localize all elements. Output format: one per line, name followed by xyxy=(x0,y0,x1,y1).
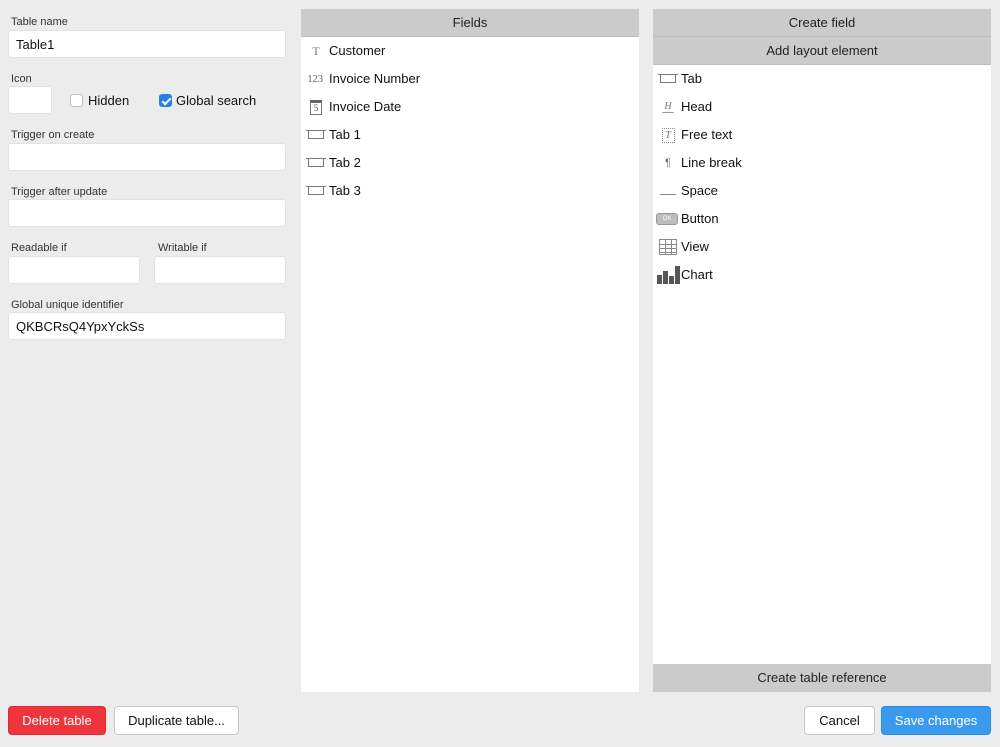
trigger-on-create-label: Trigger on create xyxy=(11,129,95,141)
layout-item-label: Line break xyxy=(681,155,742,170)
field-item-label: Invoice Date xyxy=(329,99,402,114)
tab-icon xyxy=(306,121,326,149)
calendar-icon: 5 xyxy=(306,93,326,121)
heading-icon: H xyxy=(662,100,674,113)
create-panel: Create field Add layout element Tab H He… xyxy=(653,9,991,692)
field-item-label: Tab 1 xyxy=(329,127,361,142)
tab-icon xyxy=(658,65,678,93)
table-view-icon xyxy=(658,233,678,261)
layout-item-view[interactable]: View xyxy=(653,233,991,261)
add-layout-element-header: Add layout element xyxy=(653,37,991,65)
text-icon: T xyxy=(312,44,320,58)
field-item-label: Invoice Number xyxy=(329,71,421,86)
field-item-label: Customer xyxy=(329,43,386,58)
global-search-label: Global search xyxy=(176,93,257,108)
field-item[interactable]: Tab 1 xyxy=(301,121,639,149)
global-search-checkbox[interactable] xyxy=(159,94,172,107)
table-name-input[interactable]: Table1 xyxy=(8,30,286,58)
readable-if-input[interactable] xyxy=(8,256,140,284)
layout-item-label: Tab xyxy=(681,71,702,86)
duplicate-table-button[interactable]: Duplicate table... xyxy=(114,706,239,735)
table-name-label: Table name xyxy=(11,16,68,28)
number-icon: 123 xyxy=(307,73,323,85)
button-icon: OK xyxy=(655,205,679,233)
hidden-label: Hidden xyxy=(88,93,130,108)
layout-item-space[interactable]: Space xyxy=(653,177,991,205)
icon-picker[interactable] xyxy=(8,86,52,114)
layout-item-tab[interactable]: Tab xyxy=(653,65,991,93)
trigger-on-create-input[interactable] xyxy=(8,143,286,171)
layout-item-label: Chart xyxy=(681,267,713,282)
layout-item-label: Free text xyxy=(681,127,733,142)
field-item[interactable]: T Customer xyxy=(301,37,639,65)
guid-input[interactable]: QKBCRsQ4YpxYckSs xyxy=(8,312,286,340)
pilcrow-icon: ¶ xyxy=(665,157,671,169)
field-item[interactable]: 5 Invoice Date xyxy=(301,93,639,121)
cancel-button[interactable]: Cancel xyxy=(804,706,875,735)
delete-table-button[interactable]: Delete table xyxy=(8,706,106,735)
tab-icon xyxy=(306,149,326,177)
guid-label: Global unique identifier xyxy=(11,299,124,311)
layout-item-chart[interactable]: Chart xyxy=(653,261,991,289)
trigger-after-update-input[interactable] xyxy=(8,199,286,227)
hidden-checkbox[interactable] xyxy=(70,94,83,107)
trigger-after-update-label: Trigger after update xyxy=(11,186,108,198)
fields-header: Fields xyxy=(301,9,639,37)
create-field-button[interactable]: Create field xyxy=(653,9,991,37)
field-item[interactable]: Tab 2 xyxy=(301,149,639,177)
fields-panel: Fields T Customer 123 Invoice Number 5 I… xyxy=(301,9,639,692)
layout-item-label: View xyxy=(681,239,709,254)
free-text-icon: T xyxy=(658,121,678,149)
icon-label: Icon xyxy=(11,73,32,85)
bar-chart-icon xyxy=(656,261,680,289)
layout-item-line-break[interactable]: ¶ Line break xyxy=(653,149,991,177)
field-item-label: Tab 2 xyxy=(329,155,361,170)
field-item[interactable]: 123 Invoice Number xyxy=(301,65,639,93)
save-changes-button[interactable]: Save changes xyxy=(881,706,991,735)
layout-item-label: Head xyxy=(681,99,713,114)
layout-item-head[interactable]: H Head xyxy=(653,93,991,121)
space-icon xyxy=(658,177,678,205)
readable-if-label: Readable if xyxy=(11,242,67,254)
layout-item-free-text[interactable]: T Free text xyxy=(653,121,991,149)
layout-item-label: Button xyxy=(681,211,719,226)
layout-item-button[interactable]: OK Button xyxy=(653,205,991,233)
tab-icon xyxy=(306,177,326,205)
field-item[interactable]: Tab 3 xyxy=(301,177,639,205)
layout-item-label: Space xyxy=(681,183,718,198)
writable-if-label: Writable if xyxy=(158,242,207,254)
field-item-label: Tab 3 xyxy=(329,183,361,198)
create-table-reference-button[interactable]: Create table reference xyxy=(653,664,991,692)
writable-if-input[interactable] xyxy=(154,256,286,284)
